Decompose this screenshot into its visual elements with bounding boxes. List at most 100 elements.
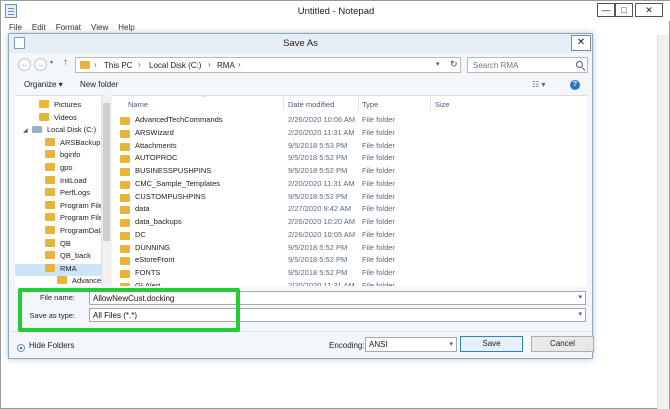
column-divider[interactable] (283, 96, 284, 110)
file-date: 2/20/2020 11:31 AM (288, 127, 355, 137)
nav-item[interactable]: ProgramData (45, 226, 105, 238)
nav-item[interactable]: QB_back (45, 251, 91, 263)
resize-grip-icon[interactable]: ⋰ (583, 348, 590, 356)
nav-item[interactable]: PerfLogs (45, 188, 90, 200)
file-row[interactable]: CUSTOMPUSHPINS 9/5/2018 5:52 PM File folde… (112, 191, 587, 204)
file-name: data_backups (135, 217, 182, 226)
nav-item[interactable]: RMA (15, 263, 109, 276)
search-icon[interactable] (576, 61, 583, 68)
encoding-value: ANSI (369, 340, 388, 349)
file-row[interactable]: DC 2/26/2020 10:05 AM File folder (112, 229, 587, 242)
refresh-icon[interactable]: ↻ (450, 59, 458, 70)
dialog-close-button[interactable]: ✕ (571, 35, 591, 51)
new-folder-button[interactable]: New folder (80, 80, 118, 89)
notepad-scrollbar[interactable] (657, 35, 669, 409)
view-options-icon[interactable]: ☷ ▾ (532, 80, 545, 89)
file-date: 9/5/2018 5:52 PM (288, 153, 348, 163)
file-date: 2/20/2020 11:31 AM (288, 178, 355, 188)
nav-item[interactable]: bginfo (45, 150, 80, 162)
file-row[interactable]: AdvancedTechCommands 2/26/2020 10:06 AM Fi… (112, 114, 587, 127)
nav-item-label: Videos (54, 112, 77, 122)
nav-item[interactable]: QB (45, 238, 71, 251)
nav-item[interactable]: Pictures (39, 100, 81, 112)
back-button[interactable]: ← (18, 58, 31, 71)
file-row[interactable]: data 2/27/2020 9:42 AM File folder (112, 203, 587, 216)
minimize-button[interactable]: — (597, 3, 615, 17)
drive-icon (32, 126, 42, 134)
file-name: AUTOPROC (135, 153, 178, 163)
file-row[interactable]: AUTOPROC 9/5/2018 5:52 PM File folder (112, 152, 587, 165)
file-row[interactable]: CMC_Sample_Templates 2/20/2020 11:31 AM Fi… (112, 178, 587, 191)
chevron-down-icon[interactable]: ▾ (578, 293, 582, 301)
nav-item[interactable]: ◢ Local Disk (C:) (23, 125, 96, 137)
notepad-title: Untitled - Notepad (297, 6, 375, 17)
file-type: File folder (362, 191, 395, 201)
up-arrow-icon[interactable]: ↑ (63, 57, 68, 68)
file-name: GLAlert (135, 280, 161, 286)
folder-icon (80, 61, 90, 69)
file-name: data (135, 204, 150, 214)
expand-icon[interactable]: ◢ (23, 127, 31, 134)
file-row[interactable]: data_backups 2/26/2020 10:20 AM File folde… (112, 216, 587, 229)
forward-button[interactable]: → (34, 58, 47, 71)
organize-button[interactable]: Organize ▾ (24, 80, 63, 89)
encoding-select[interactable]: ANSI ▾ (365, 337, 457, 352)
chevron-down-icon[interactable]: ▾ (578, 310, 582, 318)
navigation-scroll-thumb[interactable] (103, 103, 110, 241)
file-row[interactable]: eStoreFront 9/5/2018 5:52 PM File folder (112, 254, 587, 267)
file-date: 9/5/2018 5:52 PM (288, 268, 348, 277)
file-type: File folder (362, 204, 395, 214)
crumb-local-disk[interactable]: Local Disk (C:) (149, 61, 201, 70)
column-header-type[interactable]: Type (362, 100, 378, 109)
help-icon[interactable]: ? (570, 80, 580, 90)
hide-folders-button[interactable]: ▲ Hide Folders (17, 341, 74, 352)
file-row[interactable]: GLAlert 2/20/2020 11:31 AM File folder (112, 280, 587, 286)
file-name: eStoreFront (135, 255, 175, 265)
column-divider[interactable] (358, 96, 359, 110)
dialog-toolbar: Organize ▾ New folder ☷ ▾ ? (9, 77, 592, 93)
chevron-down-icon[interactable]: ▾ (449, 340, 453, 348)
maximize-button[interactable]: □ (615, 3, 633, 17)
nav-item[interactable]: gpo (45, 163, 73, 175)
file-row[interactable]: ARSWizard 2/20/2020 11:31 AM File folder (112, 127, 587, 140)
file-row[interactable]: FONTS 9/5/2018 5:52 PM File folder (112, 267, 587, 280)
folder-icon (120, 155, 130, 164)
nav-item-label: Program Files (60, 200, 107, 210)
nav-item[interactable]: ARSBackup (45, 137, 100, 150)
column-header-name[interactable]: Name (128, 100, 148, 109)
file-type: File folder (362, 280, 395, 286)
nav-item[interactable]: InitLoad (45, 175, 87, 188)
recent-locations-icon[interactable]: ▾ (50, 59, 53, 66)
nav-item[interactable]: Videos (39, 112, 77, 125)
nav-item-label: Local Disk (C:) (47, 125, 97, 135)
save-button[interactable]: Save (460, 336, 523, 352)
file-date: 9/5/2018 5:52 PM (288, 242, 348, 252)
navigation-scrollbar[interactable] (101, 95, 111, 286)
nav-item-label: RMA (60, 263, 77, 273)
folder-icon (45, 251, 55, 260)
notepad-title-bar[interactable]: Untitled - Notepad — □ ✕ (1, 1, 670, 21)
crumb-this-pc[interactable]: This PC (104, 61, 132, 70)
file-row[interactable]: DUNNING 9/5/2018 5:52 PM File folder (112, 242, 587, 255)
encoding-label: Encoding: (329, 341, 365, 350)
column-header-size[interactable]: Size (435, 100, 450, 109)
file-list: ^ Name Date modified Type Size AdvancedT… (112, 95, 587, 286)
search-input[interactable]: Search RMA (467, 57, 588, 73)
column-header-date[interactable]: Date modified (288, 100, 334, 109)
nav-item[interactable]: Program Files (45, 213, 107, 225)
file-row[interactable]: BUSINESSPUSHPINS 9/5/2018 5:52 PM File fol… (112, 165, 587, 178)
column-divider[interactable] (430, 96, 431, 110)
close-button[interactable]: ✕ (635, 3, 663, 17)
folder-icon (120, 231, 130, 240)
file-row[interactable]: Attachments 9/5/2018 5:53 PM File folder (112, 140, 587, 153)
folder-icon (120, 117, 130, 125)
dialog-title-bar[interactable]: Save As ✕ (9, 34, 592, 53)
folder-icon (45, 150, 55, 159)
address-dropdown-icon[interactable]: ▾ (436, 60, 440, 68)
nav-item[interactable]: Program Files (45, 200, 107, 213)
address-bar[interactable]: › This PC › Local Disk (C:) › RMA › ▾ ↻ (75, 57, 461, 73)
folder-icon (120, 206, 130, 215)
crumb-rma[interactable]: RMA (217, 61, 235, 70)
file-date: 9/5/2018 5:52 PM (288, 191, 348, 201)
crumb-separator-icon: › (208, 60, 211, 69)
